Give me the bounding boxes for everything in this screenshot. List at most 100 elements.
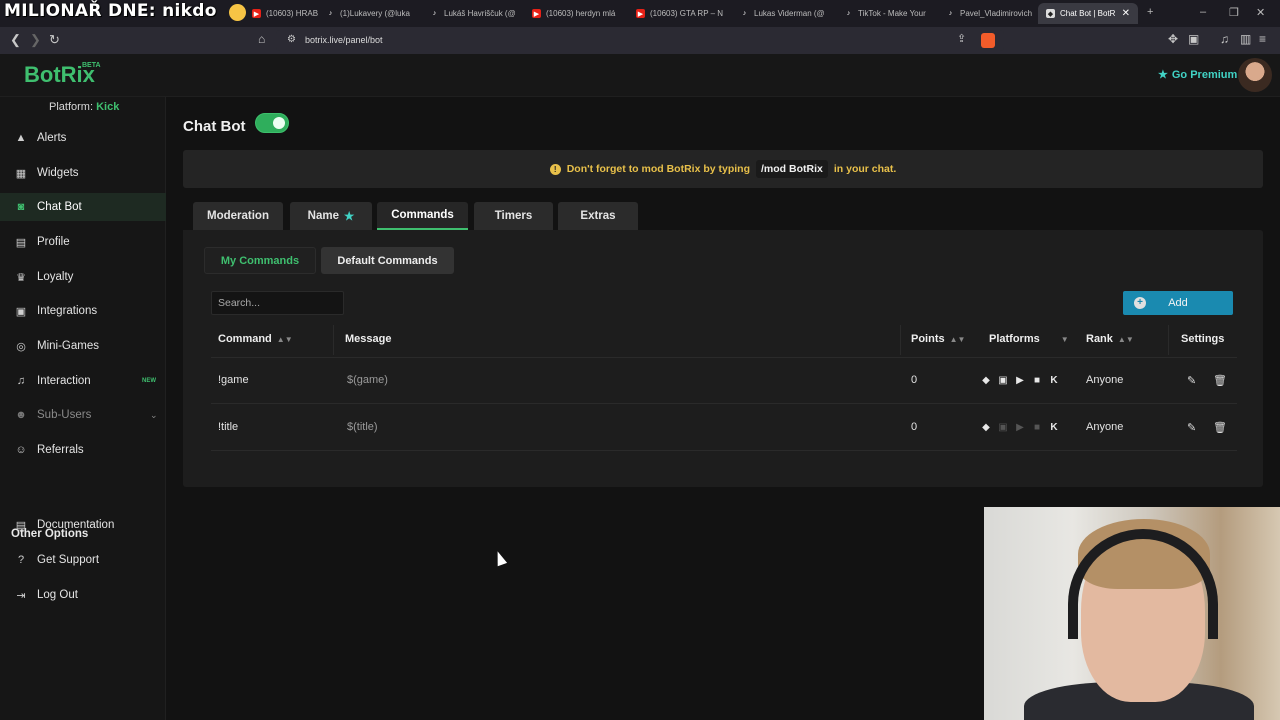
site-info-icon[interactable]: ⚙ — [287, 34, 296, 45]
kick-k-icon: K — [1050, 374, 1058, 386]
table-divider — [211, 450, 1237, 451]
extensions-icon[interactable]: ✥ — [1168, 32, 1178, 46]
tab-name[interactable]: Name ★ — [290, 202, 372, 230]
beta-badge: BETA — [82, 62, 101, 69]
avatar[interactable] — [1238, 58, 1272, 92]
mod-command-code: /mod BotRix — [756, 160, 828, 178]
browser-tab[interactable]: ♪ Pavel_Vladimirovich — [938, 3, 1038, 24]
sidebar-item-mini-games[interactable]: ◎ Mini-Games — [0, 332, 166, 360]
new-tab-icon[interactable]: + — [1147, 6, 1153, 18]
column-divider — [333, 325, 334, 355]
sidebar-item-referrals[interactable]: ☺ Referrals — [0, 436, 166, 464]
gamepad-icon: ◎ — [16, 340, 26, 353]
youtube-icon: ▶ — [532, 9, 541, 18]
edit-icon[interactable]: ✎ — [1187, 421, 1196, 434]
close-tab-icon[interactable]: ✕ — [1122, 8, 1130, 19]
command-rank: Anyone — [1086, 421, 1124, 433]
browser-tab-active[interactable]: ◆ Chat Bot | BotR ✕ — [1038, 3, 1138, 24]
maximize-icon[interactable]: ❐ — [1229, 6, 1239, 19]
bookmark-icon[interactable]: ⌂ — [258, 32, 265, 46]
column-settings: Settings — [1181, 333, 1225, 345]
wallet-icon[interactable]: ▣ — [1188, 32, 1199, 46]
sidebar-item-widgets[interactable]: ▦ Widgets — [0, 159, 166, 187]
sidebar-item-loyalty[interactable]: ♛ Loyalty — [0, 263, 166, 291]
column-command[interactable]: Command ▲▼ — [218, 333, 293, 345]
add-command-button[interactable]: + Add — [1123, 291, 1233, 315]
sort-icon: ▲▼ — [1117, 334, 1134, 344]
column-rank[interactable]: Rank ▲▼ — [1086, 333, 1134, 345]
back-icon[interactable]: ❮ — [10, 32, 21, 48]
forward-icon[interactable]: ❯ — [30, 32, 41, 48]
subtab-default-commands[interactable]: Default Commands — [321, 247, 454, 274]
stream-overlay-text: MILIONAŘ DNE: nikdo — [4, 1, 217, 21]
sidebar-item-documentation[interactable]: ▤ Documentation — [0, 511, 166, 539]
integrations-icon: ▣ — [15, 305, 27, 318]
sidebar-toggle-icon[interactable]: ▥ — [1240, 32, 1251, 46]
mod-notice: ! Don't forget to mod BotRix by typing /… — [183, 150, 1263, 188]
emoji-icon — [229, 4, 246, 21]
command-name: !game — [218, 374, 249, 386]
warning-icon: ! — [549, 163, 561, 175]
menu-icon[interactable]: ≡ — [1259, 32, 1266, 46]
top-bar: BotRix BETA ★ Go Premium — [0, 54, 1280, 97]
column-platforms: Platforms ▼ — [989, 333, 1069, 345]
sidebar-item-interaction[interactable]: ♫ Interaction NEW — [0, 367, 166, 395]
trovo-icon: ■ — [1033, 421, 1041, 433]
platform-icons: ◆ ▣ ▶ ■ K — [980, 421, 1060, 433]
chat-bot-toggle[interactable] — [255, 113, 289, 133]
tab-extras[interactable]: Extras — [558, 202, 638, 230]
browser-url-bar: ❮ ❯ ↻ ⌂ ⚙ botrix.live/panel/bot ⇪ ✥ ▣ ♫ … — [0, 27, 1280, 54]
browser-tab[interactable]: ♪ Lukas Viderman (@ — [732, 3, 832, 24]
profile-icon: ▤ — [15, 236, 27, 249]
close-window-icon[interactable]: ✕ — [1256, 6, 1265, 19]
kick-icon: ◆ — [982, 374, 990, 386]
command-points: 0 — [911, 421, 918, 433]
browser-tab[interactable]: ♪ TikTok - Make Your — [836, 3, 936, 24]
help-icon: ? — [17, 554, 25, 566]
minimize-icon[interactable]: – — [1200, 6, 1206, 18]
subtab-my-commands[interactable]: My Commands — [204, 247, 316, 274]
browser-tab[interactable]: ♪ Lukáš Havriščuk (@ — [422, 3, 522, 24]
search-input[interactable] — [211, 291, 344, 315]
plus-icon: + — [1134, 297, 1146, 309]
youtube-icon: ▶ — [252, 9, 261, 18]
sidebar-item-profile[interactable]: ▤ Profile — [0, 228, 166, 256]
tiktok-icon: ♪ — [846, 10, 851, 17]
document-icon: ▤ — [15, 519, 27, 532]
tiktok-icon: ♪ — [742, 10, 747, 17]
tab-moderation[interactable]: Moderation — [193, 202, 283, 230]
platform-indicator: Platform: Kick — [49, 101, 120, 113]
platform-icons: ◆ ▣ ▶ ■ K — [980, 374, 1060, 386]
trophy-icon: ♛ — [16, 271, 26, 284]
chevron-down-icon: ⌄ — [150, 409, 158, 420]
trash-icon[interactable]: 🗑 — [1213, 421, 1227, 434]
kick-icon: ◆ — [982, 421, 990, 433]
trash-icon[interactable]: 🗑 — [1213, 374, 1227, 387]
edit-icon[interactable]: ✎ — [1187, 374, 1196, 387]
sidebar-item-log-out[interactable]: ⇥ Log Out — [0, 581, 166, 609]
reload-icon[interactable]: ↻ — [49, 32, 60, 48]
browser-tab[interactable]: ▶ (10603) GTA RP – N — [628, 3, 728, 24]
tab-commands[interactable]: Commands — [377, 202, 468, 230]
browser-tab[interactable]: ▶(10603) HRABĚ BUR — [244, 3, 318, 24]
star-icon: ★ — [344, 211, 355, 223]
address-field[interactable] — [276, 30, 1004, 51]
browser-tab[interactable]: ♪ (1)Lukavery (@luka — [318, 3, 418, 24]
robot-icon: ◙ — [17, 201, 25, 213]
brave-shield-icon[interactable] — [981, 33, 995, 48]
command-points: 0 — [911, 374, 918, 386]
music-player-icon[interactable]: ♫ — [1220, 32, 1229, 46]
sidebar-item-chat-bot[interactable]: ◙ Chat Bot — [0, 193, 166, 221]
go-premium-button[interactable]: ★ Go Premium — [1158, 68, 1237, 82]
sidebar-item-alerts[interactable]: ▲ Alerts — [0, 124, 166, 152]
twitch-icon: ▣ — [998, 421, 1008, 433]
share-icon[interactable]: ⇪ — [957, 32, 966, 45]
tab-timers[interactable]: Timers — [474, 202, 553, 230]
sidebar-item-sub-users[interactable]: ☻ Sub-Users ⌄ — [0, 401, 166, 429]
column-points[interactable]: Points ▲▼ — [911, 333, 965, 345]
filter-icon[interactable]: ▼ — [1061, 335, 1069, 344]
browser-tab[interactable]: ▶ (10603) herdyn mlá — [524, 3, 624, 24]
botrix-icon: ◆ — [1046, 9, 1055, 18]
sidebar-item-get-support[interactable]: ? Get Support — [0, 546, 166, 574]
sidebar-item-integrations[interactable]: ▣ Integrations — [0, 297, 166, 325]
